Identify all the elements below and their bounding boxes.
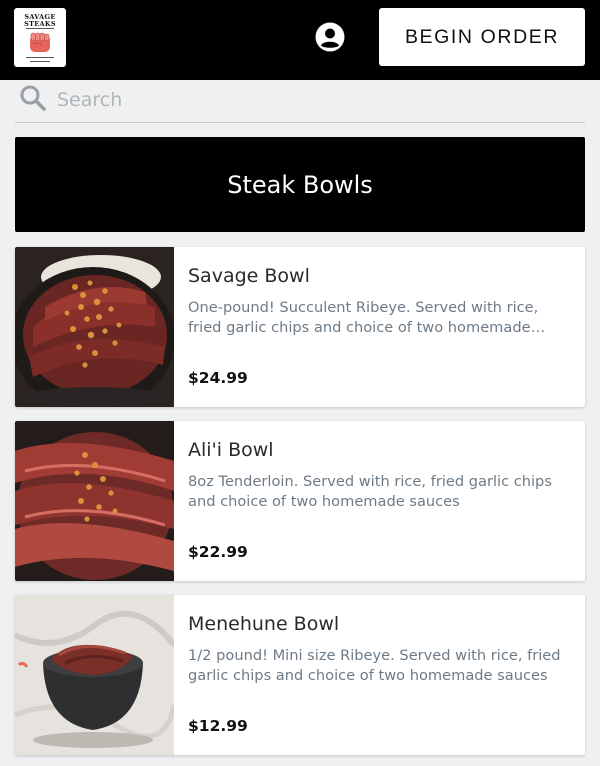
category-title: Steak Bowls (227, 170, 373, 199)
menu-item-name: Ali'i Bowl (188, 439, 274, 461)
menu-item-image (15, 595, 174, 755)
brand-logo[interactable]: SAVAGE STEAKS (14, 8, 66, 67)
menu-item-image (15, 421, 174, 581)
menu-item-price: $22.99 (188, 543, 248, 561)
logo-rule (30, 61, 50, 62)
begin-order-button[interactable]: BEGIN ORDER (379, 8, 585, 66)
logo-rule (26, 57, 54, 58)
logo-rule (26, 28, 54, 29)
menu-item-card[interactable]: Savage Bowl One-pound! Succulent Ribeye.… (15, 247, 585, 407)
menu-item-description: One-pound! Succulent Ribeye. Served with… (188, 299, 546, 336)
account-circle-icon[interactable] (315, 22, 345, 52)
search-icon (20, 85, 46, 111)
category-header: Steak Bowls (15, 137, 585, 232)
fist-icon (30, 32, 50, 52)
menu-item-card[interactable]: Ali'i Bowl 8oz Tenderloin. Served with r… (15, 421, 585, 581)
menu-item-name: Savage Bowl (188, 265, 310, 287)
menu-item-price: $12.99 (188, 717, 248, 735)
search-input[interactable] (57, 83, 557, 117)
search-bar (15, 80, 585, 123)
menu-item-price: $24.99 (188, 369, 248, 387)
menu-item-card[interactable]: Menehune Bowl 1/2 pound! Mini size Ribey… (15, 595, 585, 755)
top-bar: SAVAGE STEAKS BEGIN ORDER (0, 0, 600, 80)
menu-item-image (15, 247, 174, 407)
menu-item-description: 8oz Tenderloin. Served with rice, fried … (188, 473, 552, 510)
menu-item-description: 1/2 pound! Mini size Ribeye. Served with… (188, 647, 561, 684)
logo-line-2: STEAKS (24, 20, 56, 28)
menu-item-name: Menehune Bowl (188, 613, 340, 635)
